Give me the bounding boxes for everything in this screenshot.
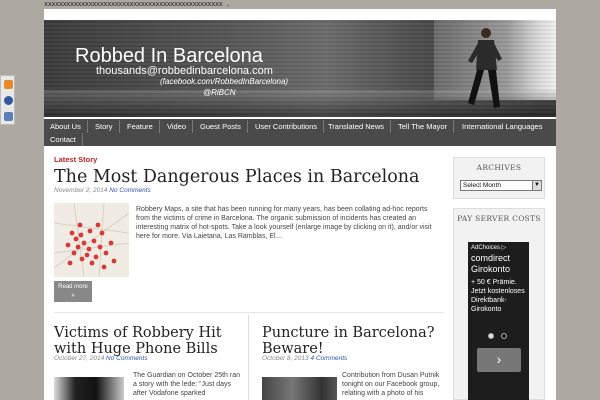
top-strip-text: xxxxxxxxxxxxxxxxxxxxxxxxxxxxxxxxxxxxxxxx… [44, 0, 230, 8]
main-navigation: About Us Story Feature Video Guest Posts… [44, 119, 556, 146]
read-more-label: Read more [58, 284, 88, 290]
read-more-button[interactable]: Read more » [54, 281, 92, 302]
post-right-thumbnail[interactable] [262, 377, 337, 400]
nav-item-contact[interactable]: Contact [44, 133, 83, 146]
post-left-meta: October 27, 2014 No Comments [54, 355, 148, 362]
bookmark-icon[interactable] [4, 112, 13, 121]
featured-post-title[interactable]: The Most Dangerous Places in Barcelona [54, 167, 420, 187]
nav-item-video[interactable]: Video [161, 120, 194, 133]
ad-next-button[interactable]: › [477, 348, 521, 372]
server-costs-title: PAY SERVER COSTS [457, 214, 541, 223]
ad-choices-label[interactable]: AdChoices ▷ [471, 244, 506, 251]
nav-item-feature[interactable]: Feature [121, 120, 160, 133]
globe-icon[interactable] [4, 96, 13, 105]
post-left-thumbnail[interactable] [54, 377, 124, 400]
archives-widget: ARCHIVES Select Month ▼ [453, 157, 545, 199]
featured-post-comments[interactable]: No Comments [109, 187, 151, 194]
post-left-excerpt: The Guardian on October 25th ran a story… [133, 372, 241, 397]
featured-post-date: November 2, 2014 [54, 187, 108, 194]
nav-item-user-contributions[interactable]: User Contributions [249, 120, 325, 133]
post-right-comments[interactable]: 4 Comments [310, 355, 347, 362]
post-left-date: October 27, 2014 [54, 355, 105, 362]
post-right-excerpt: Contribution from Dusan Putnik tonight o… [342, 372, 440, 397]
ad-carousel-dot[interactable] [501, 333, 507, 339]
running-man-image [468, 28, 502, 108]
read-more-arrow-icon: » [71, 293, 75, 299]
nav-item-about-us[interactable]: About Us [44, 120, 88, 133]
advertisement[interactable]: AdChoices ▷ comdirect Girokonto + 50 € P… [468, 242, 529, 400]
content-divider [54, 312, 444, 313]
rss-icon[interactable] [4, 80, 13, 89]
post-left-comments[interactable]: No Comments [106, 355, 148, 362]
section-label: Latest Story [54, 155, 98, 164]
robbery-map-thumbnail[interactable] [54, 203, 129, 277]
server-costs-widget: PAY SERVER COSTS AdChoices ▷ comdirect G… [453, 208, 545, 400]
ad-body: + 50 € Prämie. Jetzt kostenloses Direktb… [471, 279, 525, 313]
page-container: Robbed In Barcelona thousands@robbedinba… [44, 9, 556, 400]
post-right-title[interactable]: Puncture in Barcelona? Beware! [262, 325, 442, 357]
map-pins-icon [54, 203, 129, 277]
archives-select-value: Select Month [463, 182, 501, 189]
chevron-down-icon: ▼ [532, 181, 541, 190]
archives-title: ARCHIVES [476, 163, 522, 172]
archives-month-select[interactable]: Select Month ▼ [460, 180, 542, 191]
featured-post-excerpt: Robbery Maps, a site that has been runni… [136, 206, 432, 240]
site-twitter: @RiBCN [203, 88, 236, 97]
social-share-bar [0, 75, 15, 125]
post-right-date: October 8, 2013 [262, 355, 309, 362]
post-left-title[interactable]: Victims of Robbery Hit with Huge Phone B… [54, 325, 234, 357]
site-header-banner[interactable]: Robbed In Barcelona thousands@robbedinba… [44, 20, 556, 117]
site-email: thousands@robbedinbarcelona.com [96, 65, 273, 77]
nav-item-tell-the-mayor[interactable]: Tell The Mayor [392, 120, 455, 133]
site-facebook: (facebook.com/RobbedInBarcelona) [160, 77, 289, 86]
column-divider [248, 315, 249, 400]
ad-carousel-dot-active[interactable] [488, 333, 494, 339]
post-right-meta: October 8, 2013 4 Comments [262, 355, 347, 362]
nav-item-guest-posts[interactable]: Guest Posts [194, 120, 248, 133]
ad-headline[interactable]: comdirect Girokonto [471, 253, 529, 275]
featured-post-meta: November 2, 2014 No Comments [54, 187, 151, 194]
nav-item-translated-news[interactable]: Translated News [322, 120, 391, 133]
nav-item-international-languages[interactable]: International Languages [456, 120, 548, 133]
nav-item-story[interactable]: Story [89, 120, 120, 133]
